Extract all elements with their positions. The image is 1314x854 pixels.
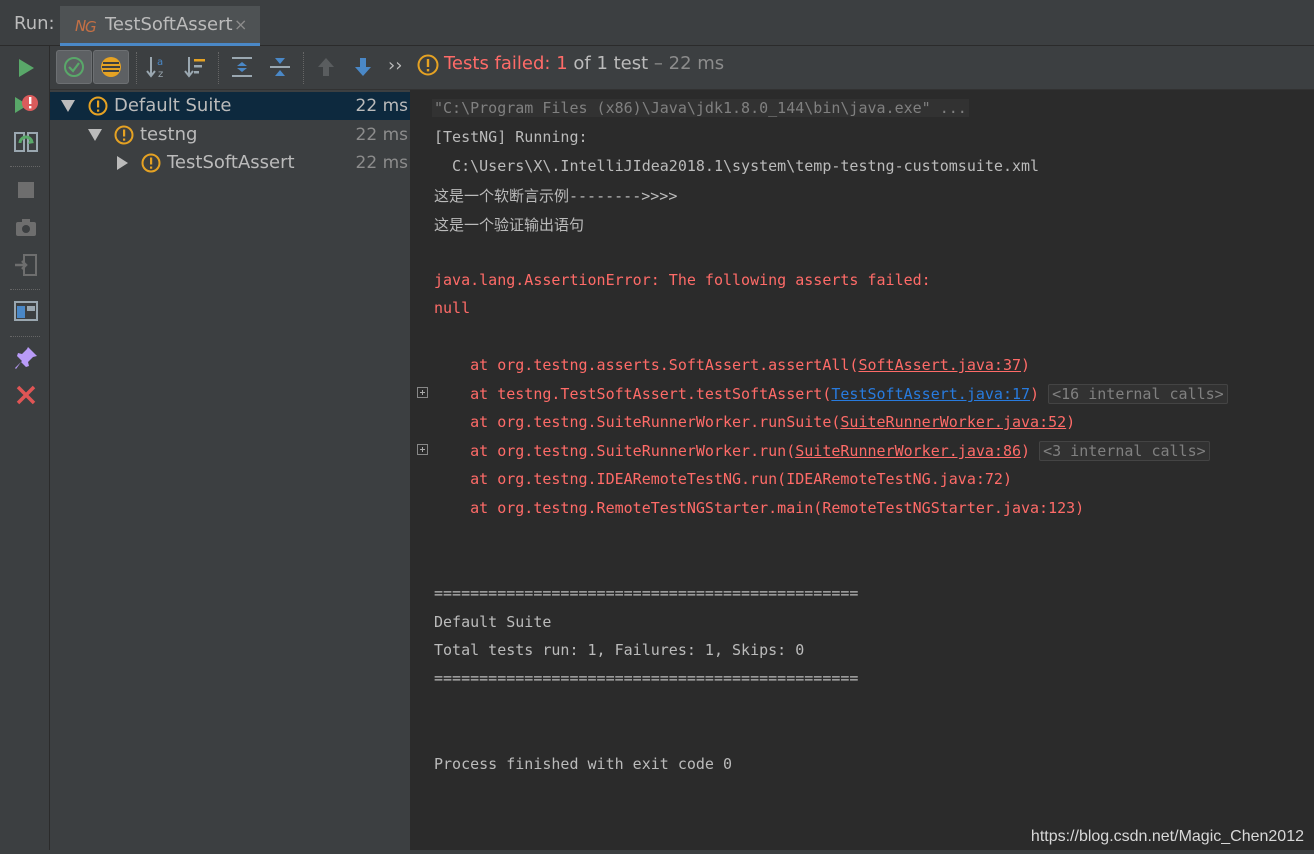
- stop-icon[interactable]: [12, 176, 40, 204]
- stack-frame: at org.testng.RemoteTestNGStarter.main(R…: [434, 499, 1085, 517]
- rerun-failed-icon[interactable]: [12, 91, 40, 119]
- tab-title: TestSoftAssert: [105, 14, 233, 35]
- total-count: of 1 test: [567, 53, 649, 74]
- tree-node-testng[interactable]: testng 22 ms: [50, 121, 410, 149]
- stack-link[interactable]: SoftAssert.java:37: [858, 356, 1021, 374]
- divider-line: ========================================…: [434, 584, 859, 602]
- testng-icon: N G: [75, 17, 97, 35]
- stack-frame: at testng.TestSoftAssert.testSoftAssert(…: [434, 384, 1228, 404]
- summary-suite: Default Suite: [434, 613, 552, 631]
- test-tree: Default Suite 22 ms testng 22 ms TestSof…: [50, 90, 411, 854]
- error-message: null: [434, 299, 471, 317]
- pin-icon[interactable]: [12, 344, 40, 372]
- expand-fold-icon[interactable]: [417, 444, 428, 455]
- toggle-auto-test-icon[interactable]: [12, 129, 40, 157]
- console-line: [TestNG] Running:: [434, 128, 588, 146]
- svg-text:z: z: [158, 69, 163, 80]
- tree-node-test-soft-assert[interactable]: TestSoftAssert 22 ms: [50, 149, 410, 177]
- layout-icon[interactable]: [12, 297, 40, 325]
- sort-duration-icon[interactable]: [181, 53, 209, 81]
- sort-alpha-icon[interactable]: az: [143, 53, 171, 81]
- divider-line: ========================================…: [434, 669, 859, 687]
- warning-icon: [88, 96, 108, 116]
- test-status: Tests failed: 1 of 1 test – 22 ms: [444, 53, 724, 74]
- next-failed-icon[interactable]: [349, 53, 377, 81]
- tree-node-duration: 22 ms: [355, 125, 408, 145]
- tree-node-duration: 22 ms: [355, 153, 408, 173]
- warning-icon: [114, 125, 134, 145]
- stack-frame: at org.testng.SuiteRunnerWorker.run(Suit…: [434, 441, 1210, 461]
- stack-frame: at org.testng.asserts.SoftAssert.assertA…: [434, 356, 1031, 374]
- tree-node-label: Default Suite: [114, 95, 232, 116]
- exit-message: Process finished with exit code 0: [434, 755, 733, 773]
- tab-test-soft-assert[interactable]: N G TestSoftAssert ×: [60, 6, 260, 46]
- prev-failed-icon[interactable]: [312, 53, 340, 81]
- watermark: https://blog.csdn.net/Magic_Chen2012: [1030, 828, 1304, 845]
- screenshot-icon[interactable]: [12, 214, 40, 242]
- collapse-arrow-icon[interactable]: [117, 156, 128, 170]
- tree-node-label: testng: [140, 124, 198, 145]
- stack-frame: at org.testng.IDEARemoteTestNG.run(IDEAR…: [434, 470, 1012, 488]
- failed-count: Tests failed: 1: [444, 53, 568, 74]
- warning-icon: [417, 54, 439, 76]
- expand-arrow-icon[interactable]: [61, 100, 75, 112]
- tree-node-default-suite[interactable]: Default Suite 22 ms: [50, 92, 410, 120]
- console-line: 这是一个软断言示例-------->>>>: [434, 187, 678, 205]
- expand-all-icon[interactable]: [228, 53, 256, 81]
- expand-fold-icon[interactable]: [417, 387, 428, 398]
- stack-link[interactable]: TestSoftAssert.java:17: [831, 385, 1030, 403]
- warning-icon: [141, 153, 161, 173]
- collapse-all-icon[interactable]: [266, 53, 294, 81]
- stack-frame: at org.testng.SuiteRunnerWorker.runSuite…: [434, 413, 1076, 431]
- internal-calls-fold[interactable]: <16 internal calls>: [1048, 384, 1228, 404]
- error-header: java.lang.AssertionError: The following …: [434, 271, 931, 289]
- internal-calls-fold[interactable]: <3 internal calls>: [1039, 441, 1210, 461]
- run-label: Run:: [14, 13, 55, 34]
- run-tool-window-header: Run: N G TestSoftAssert ×: [0, 0, 1314, 46]
- left-toolbar: [0, 46, 50, 854]
- tree-node-label: TestSoftAssert: [167, 152, 295, 173]
- command-line[interactable]: "C:\Program Files (x86)\Java\jdk1.8.0_14…: [432, 99, 969, 117]
- console-line: C:\Users\X\.IntelliJIdea2018.1\system\te…: [434, 157, 1040, 175]
- expand-arrow-icon[interactable]: [88, 129, 102, 141]
- svg-text:a: a: [157, 57, 163, 68]
- svg-text:G: G: [85, 18, 97, 35]
- summary-totals: Total tests run: 1, Failures: 1, Skips: …: [434, 641, 805, 659]
- test-toolbar: az ›› Tests failed: 1 of 1 test – 22 ms: [50, 46, 1314, 90]
- show-ignored-icon[interactable]: [93, 50, 129, 84]
- stack-link[interactable]: SuiteRunnerWorker.java:52: [840, 413, 1066, 431]
- export-icon[interactable]: [12, 251, 40, 279]
- console-line: 这是一个验证输出语句: [434, 216, 585, 234]
- tree-node-duration: 22 ms: [355, 96, 408, 116]
- rerun-icon[interactable]: [12, 54, 40, 82]
- stack-link[interactable]: SuiteRunnerWorker.java:86: [795, 442, 1021, 460]
- console-output[interactable]: "C:\Program Files (x86)\Java\jdk1.8.0_14…: [411, 90, 1314, 854]
- total-duration: – 22 ms: [648, 53, 725, 74]
- close-tab-icon[interactable]: ×: [234, 15, 247, 34]
- show-passed-icon[interactable]: [56, 50, 92, 84]
- more-chevron-icon[interactable]: ››: [388, 55, 402, 76]
- close-icon[interactable]: [12, 381, 40, 409]
- status-bar-strip: [0, 850, 1314, 854]
